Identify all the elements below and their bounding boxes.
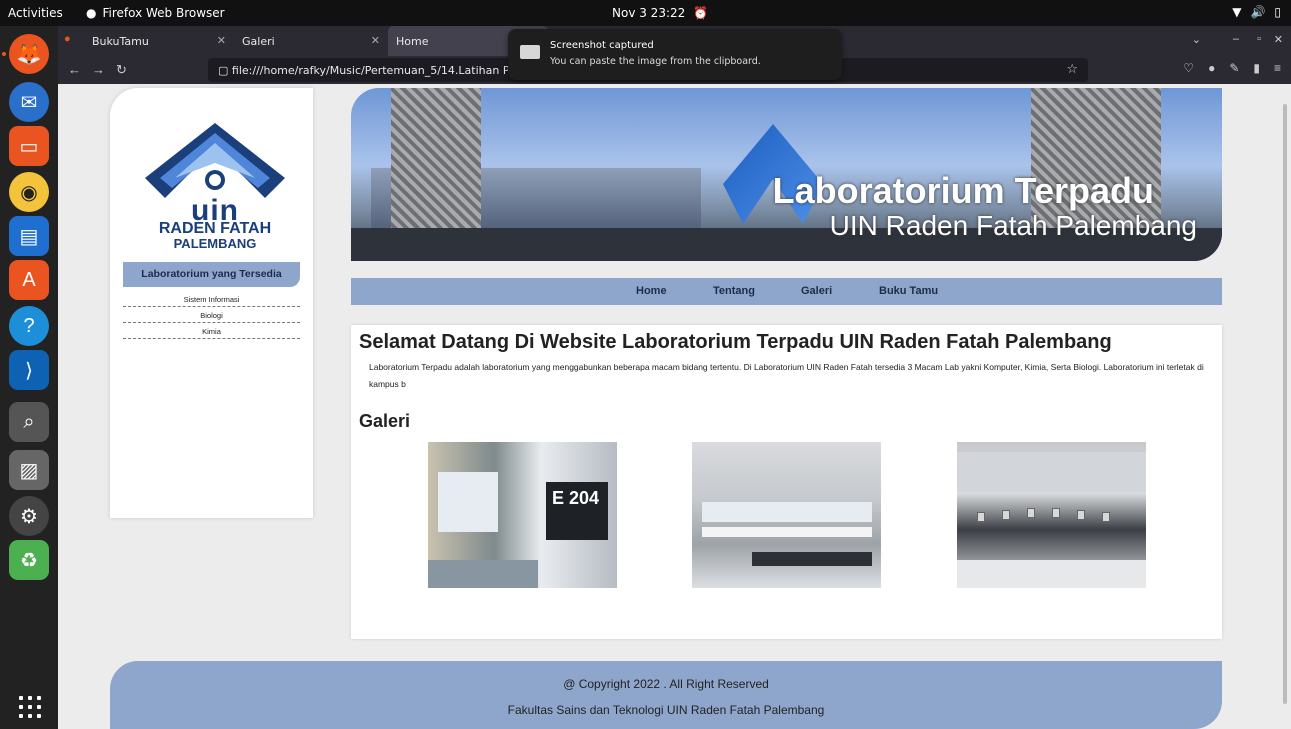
- window-close-icon[interactable]: ✕: [1274, 33, 1283, 46]
- logo-palembang-text: PALEMBANG: [173, 236, 257, 251]
- tab-label: Galeri: [242, 35, 275, 48]
- footer: @ Copyright 2022 . All Right Reserved Fa…: [110, 661, 1222, 729]
- menu-icon[interactable]: ≡: [1274, 61, 1281, 75]
- main-nav: Home Tentang Galeri Buku Tamu: [351, 278, 1222, 305]
- banner-subtitle: UIN Raden Fatah Palembang: [829, 210, 1197, 241]
- nav-home[interactable]: Home: [636, 285, 667, 297]
- toolbar-icons: ♡ ● ✎ ▮ ≡: [1183, 61, 1281, 75]
- wifi-icon: ▼: [1232, 5, 1242, 19]
- photo-monitor: [1102, 512, 1110, 522]
- photo-ceiling: [957, 452, 1146, 492]
- writer-icon[interactable]: ▤: [9, 216, 49, 256]
- extension-icon[interactable]: ✎: [1229, 61, 1239, 75]
- screenshot-thumbnail-icon: [520, 45, 540, 59]
- forward-icon[interactable]: →: [92, 62, 105, 77]
- search-icon[interactable]: ⌕: [9, 402, 49, 442]
- sidebar-item-biologi[interactable]: Biologi: [123, 307, 300, 323]
- notification-title: Screenshot captured: [550, 40, 654, 51]
- header-banner: Laboratorium Terpadu UIN Raden Fatah Pal…: [351, 88, 1222, 261]
- minimize-icon[interactable]: –: [1233, 33, 1239, 45]
- page-icon: ▢: [218, 64, 229, 77]
- running-indicator: [2, 52, 6, 56]
- url-text: file:///home/rafky/Music/Pertemuan_5/14.…: [231, 64, 546, 77]
- photo-floor: [957, 560, 1146, 588]
- screenshot-notification[interactable]: Screenshot captured You can paste the im…: [508, 29, 842, 80]
- bookmark-star-icon[interactable]: ☆: [1066, 62, 1078, 77]
- activities-button[interactable]: Activities: [8, 6, 63, 20]
- volume-icon: 🔊: [1250, 5, 1266, 19]
- files-icon[interactable]: ▭: [9, 126, 49, 166]
- account-icon[interactable]: ●: [1208, 61, 1215, 75]
- tab-galeri[interactable]: Galeri ✕: [234, 26, 388, 56]
- footer-faculty: Fakultas Sains dan Teknologi UIN Raden F…: [507, 703, 825, 717]
- banner-title: Laboratorium Terpadu: [772, 170, 1154, 211]
- system-tray[interactable]: ▼ 🔊 ▯: [1232, 5, 1281, 19]
- app-menu[interactable]: ● Firefox Web Browser: [86, 6, 225, 20]
- photo-monitor: [1002, 510, 1010, 520]
- photo-window: [702, 502, 872, 522]
- gallery-photo-computer-lab: [957, 442, 1146, 588]
- photo-monitor: [1052, 508, 1060, 518]
- screenshot-icon[interactable]: ▨: [9, 450, 49, 490]
- help-icon[interactable]: ?: [9, 306, 49, 346]
- dock: 🦊 ✉ ▭ ◉ ▤ A ? ⟩ ⌕ ▨ ⚙ ♻: [0, 26, 58, 729]
- back-icon[interactable]: ←: [68, 62, 81, 77]
- trash-icon[interactable]: ♻: [9, 540, 49, 580]
- firefox-view-icon[interactable]: ●: [64, 33, 71, 45]
- uin-logo: uin RADEN FATAH PALEMBANG: [140, 118, 290, 258]
- shield-icon[interactable]: ▮: [1253, 61, 1260, 75]
- show-apps-icon[interactable]: [19, 696, 41, 718]
- sidebar-item-sistem-informasi[interactable]: Sistem Informasi: [123, 291, 300, 307]
- thunderbird-icon[interactable]: ✉: [9, 82, 49, 122]
- sidebar: uin RADEN FATAH PALEMBANG Laboratorium y…: [110, 88, 313, 518]
- tab-label: Home: [396, 35, 429, 48]
- tab-bukutamu[interactable]: BukuTamu ✕: [84, 26, 234, 56]
- photo-bench: [428, 560, 538, 588]
- clock[interactable]: Nov 3 23:22 ⏰: [612, 6, 708, 20]
- nav-buku-tamu[interactable]: Buku Tamu: [879, 285, 938, 297]
- settings-icon[interactable]: ⚙: [9, 496, 49, 536]
- app-name-label: Firefox Web Browser: [102, 6, 225, 20]
- page-viewport: uin RADEN FATAH PALEMBANG Laboratorium y…: [58, 84, 1291, 729]
- firefox-icon: ●: [86, 6, 97, 20]
- nav-galeri[interactable]: Galeri: [801, 285, 832, 297]
- reload-icon[interactable]: ↻: [116, 62, 127, 78]
- photo-monitor: [977, 512, 985, 522]
- battery-icon: ▯: [1274, 5, 1281, 19]
- photo-bench: [702, 527, 872, 537]
- vscode-icon[interactable]: ⟩: [9, 350, 49, 390]
- rhythmbox-icon[interactable]: ◉: [9, 172, 49, 212]
- firefox-dock-icon[interactable]: 🦊: [9, 34, 49, 74]
- main-content: Selamat Datang Di Website Laboratorium T…: [351, 325, 1222, 639]
- pocket-icon[interactable]: ♡: [1183, 61, 1194, 75]
- gallery-heading: Galeri: [359, 411, 411, 431]
- page-scrollbar[interactable]: [1283, 104, 1287, 704]
- alarm-icon: ⏰: [693, 6, 709, 20]
- photo-chairs: [752, 552, 872, 566]
- tab-label: BukuTamu: [92, 35, 149, 48]
- clock-label: Nov 3 23:22: [612, 6, 686, 20]
- notification-body: You can paste the image from the clipboa…: [550, 56, 761, 67]
- close-icon[interactable]: ✕: [217, 34, 226, 47]
- gallery-photo-empty-lab: [692, 442, 881, 588]
- welcome-heading: Selamat Datang Di Website Laboratorium T…: [359, 331, 1112, 353]
- photo-monitor: [1027, 508, 1035, 518]
- banner-tower-left: [391, 88, 481, 238]
- sidebar-item-kimia[interactable]: Kimia: [123, 323, 300, 339]
- intro-paragraph: Laboratorium Terpadu adalah laboratorium…: [369, 362, 1204, 389]
- system-top-bar: Activities ● Firefox Web Browser Nov 3 2…: [0, 0, 1291, 26]
- room-sign: E 204: [546, 482, 608, 540]
- photo-window: [438, 472, 498, 532]
- gallery-photo-biology-lab: E 204: [428, 442, 617, 588]
- maximize-icon[interactable]: ▫: [1257, 33, 1261, 45]
- footer-copyright: @ Copyright 2022 . All Right Reserved: [563, 677, 769, 691]
- sidebar-list: Sistem Informasi Biologi Kimia: [123, 291, 300, 339]
- photo-monitor: [1077, 510, 1085, 520]
- close-icon[interactable]: ✕: [371, 34, 380, 47]
- app-center-icon[interactable]: A: [9, 260, 49, 300]
- list-tabs-chevron-icon[interactable]: ⌄: [1192, 33, 1201, 46]
- nav-tentang[interactable]: Tentang: [713, 285, 755, 297]
- sidebar-heading: Laboratorium yang Tersedia: [123, 262, 300, 287]
